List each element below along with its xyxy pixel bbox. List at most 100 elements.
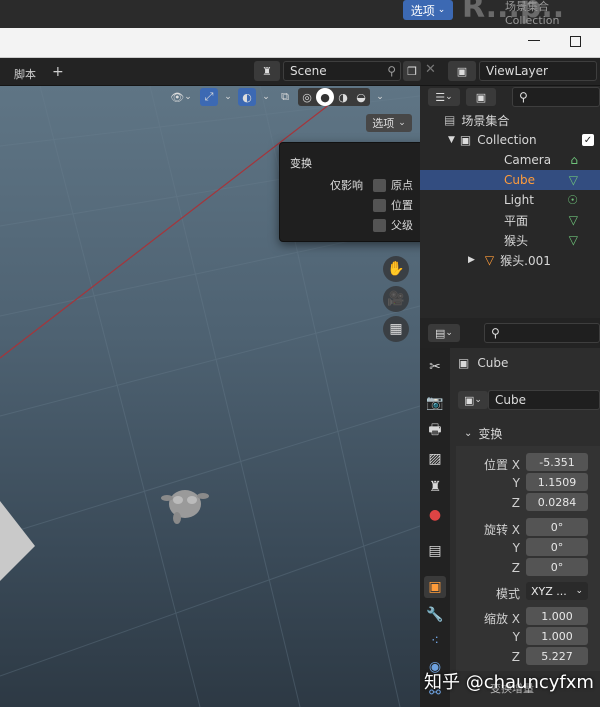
- outliner-search-input[interactable]: ⚲: [512, 87, 600, 107]
- object-browse-button[interactable]: ▣ ⌄: [458, 391, 488, 409]
- gizmo-toggle[interactable]: ⤢: [200, 88, 218, 106]
- rotation-y-field[interactable]: 0°: [526, 538, 588, 556]
- outliner-root-row[interactable]: ▤ 场景集合: [420, 110, 600, 130]
- rotation-y-label: Y: [512, 541, 520, 555]
- top-options-button[interactable]: 选项 ⌄: [403, 0, 453, 20]
- rotation-x-label: 旋转 X: [483, 523, 520, 537]
- chevron-down-icon: ⌄: [464, 428, 473, 439]
- display-mode-dropdown[interactable]: ☰ ⌄: [428, 88, 460, 106]
- outliner-row-camera[interactable]: Camera ⌂: [420, 150, 600, 170]
- maximize-icon[interactable]: [570, 36, 581, 47]
- overlay-toggle[interactable]: ◐: [238, 88, 256, 106]
- render-icon: 📷: [426, 395, 444, 411]
- rotation-mode-dropdown[interactable]: XYZ ... ⌄: [526, 582, 588, 600]
- location-y-field[interactable]: 1.1509: [526, 473, 588, 491]
- tab-scripting[interactable]: 脚本: [14, 66, 36, 82]
- tab-tool[interactable]: ✂: [424, 356, 446, 378]
- particles-icon: ⁖: [430, 633, 440, 649]
- viewlayer-name-field[interactable]: ViewLayer: [479, 61, 597, 81]
- checkbox-box: [373, 178, 386, 192]
- scene-name-field[interactable]: Scene ⚲: [283, 61, 401, 81]
- chevron-down-icon: ⌄: [184, 92, 192, 102]
- overlay-icon: ◐: [242, 90, 252, 104]
- new-scene-button[interactable]: ❐: [403, 61, 421, 81]
- location-z-field[interactable]: 0.0284: [526, 493, 588, 511]
- viewlayer-browse-button[interactable]: ▣: [448, 61, 476, 81]
- editor-type-dropdown[interactable]: ▤ ⌄: [428, 324, 460, 342]
- popup-title: 变换: [290, 157, 312, 170]
- mesh-data-icon: ▽: [568, 233, 578, 247]
- tab-object[interactable]: ▣: [424, 576, 446, 598]
- outliner-row-light[interactable]: Light ☉: [420, 190, 600, 210]
- properties-search-input[interactable]: ⚲: [484, 323, 600, 343]
- chevron-down-icon: ⌄: [445, 92, 453, 102]
- scene-browse-button[interactable]: ♜: [254, 61, 280, 81]
- search-icon: ⚲: [519, 90, 528, 104]
- tab-output[interactable]: 🖶: [424, 420, 446, 442]
- wireframe-shading-button[interactable]: ◎: [298, 88, 316, 106]
- image-icon: ▨: [428, 451, 442, 467]
- tab-scene[interactable]: ♜: [424, 476, 446, 498]
- tab-collection[interactable]: ▤: [424, 540, 446, 562]
- checkbox-checked-icon[interactable]: ✓: [582, 134, 594, 146]
- add-workspace-button[interactable]: +: [52, 64, 64, 80]
- eye-icon: 👁: [170, 90, 185, 104]
- affect-parent-checkbox[interactable]: 父级: [373, 217, 413, 233]
- gizmo-dropdown[interactable]: ⌄: [222, 88, 234, 106]
- pan-view-button[interactable]: ✋: [383, 256, 409, 282]
- options-label: 选项: [372, 117, 395, 130]
- filter-dropdown[interactable]: ▣: [466, 88, 496, 106]
- mesh-data-icon: ▽: [568, 173, 578, 187]
- tab-view-layer[interactable]: ▨: [424, 448, 446, 470]
- affect-origin-checkbox[interactable]: 原点: [373, 177, 413, 193]
- camera-view-button[interactable]: 🎥: [383, 286, 409, 312]
- camera-data-icon: ⌂: [570, 153, 578, 167]
- scale-x-field[interactable]: 1.000: [526, 607, 588, 625]
- location-z-label: Z: [511, 496, 520, 510]
- scale-y-field[interactable]: 1.000: [526, 627, 588, 645]
- expand-arrow-icon: ▼: [448, 135, 455, 145]
- transform-section-header[interactable]: ⌄ 变换: [464, 425, 502, 442]
- rendered-shading-button[interactable]: ◒: [352, 88, 370, 106]
- outliner-item-label: Collection: [477, 133, 537, 147]
- options-dropdown[interactable]: 选项 ⌄: [366, 114, 412, 132]
- scale-z-field[interactable]: 5.227: [526, 647, 588, 665]
- tool-icon: ✂: [429, 359, 441, 375]
- object-name-row: ▣ Cube: [458, 356, 508, 370]
- tab-particles[interactable]: ⁖: [424, 630, 446, 652]
- minimize-icon[interactable]: [528, 40, 540, 41]
- outliner-item-label: Light: [504, 193, 534, 207]
- material-shading-button[interactable]: ◑: [334, 88, 352, 106]
- ortho-toggle-button[interactable]: ▦: [383, 316, 409, 342]
- checkbox-label: 父级: [391, 219, 413, 232]
- tab-modifiers[interactable]: 🔧: [424, 604, 446, 626]
- solid-shading-button[interactable]: ●: [316, 88, 334, 106]
- visibility-dropdown[interactable]: 👁 ⌄: [166, 88, 196, 106]
- scene-collection-icon: ▤: [444, 113, 456, 127]
- affect-location-checkbox[interactable]: 位置: [373, 197, 413, 213]
- object-name-field[interactable]: Cube: [488, 390, 600, 410]
- checkbox-label: 原点: [391, 179, 413, 192]
- viewlayer-name-text: ViewLayer: [486, 64, 548, 78]
- chevron-down-icon: ⌄: [474, 395, 482, 405]
- wireframe-icon: ◎: [302, 90, 312, 104]
- close-icon[interactable]: ✕: [425, 62, 436, 77]
- outliner-row-monkey-001[interactable]: ▶ ▽ 猴头.001: [420, 250, 600, 270]
- overlay-dropdown[interactable]: ⌄: [260, 88, 272, 106]
- tab-render[interactable]: 📷: [424, 392, 446, 414]
- checkbox-label: 位置: [391, 199, 413, 212]
- chevron-down-icon: ⌄: [575, 586, 583, 596]
- outliner-row-plane[interactable]: 平面 ▽: [420, 210, 600, 230]
- xray-toggle[interactable]: ⧉: [276, 88, 294, 106]
- outliner-row-monkey[interactable]: 猴头 ▽: [420, 230, 600, 250]
- outliner-row-cube[interactable]: Cube ▽: [420, 170, 600, 190]
- chevron-down-icon: ⌄: [445, 328, 453, 338]
- rotation-x-field[interactable]: 0°: [526, 518, 588, 536]
- outliner-row-collection[interactable]: ▼ ▣ Collection ✓: [420, 130, 600, 150]
- location-x-field[interactable]: -5.351: [526, 453, 588, 471]
- shading-dropdown[interactable]: ⌄: [374, 88, 386, 106]
- tab-world[interactable]: ●: [424, 504, 446, 526]
- chevron-down-icon: ⌄: [437, 5, 446, 15]
- window-titlebar: [0, 28, 600, 58]
- rotation-z-field[interactable]: 0°: [526, 558, 588, 576]
